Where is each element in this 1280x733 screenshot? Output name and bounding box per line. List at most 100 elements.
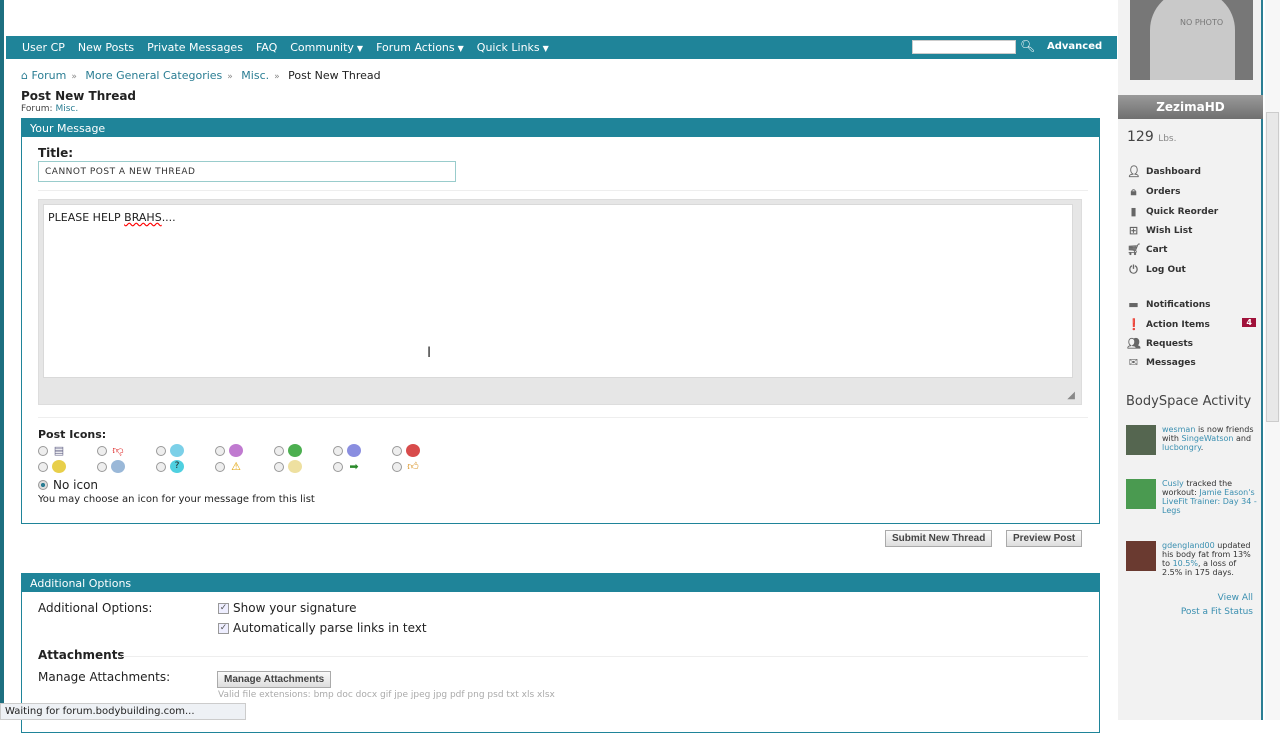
nav-forum-actions[interactable]: Forum Actions ▼: [376, 41, 464, 54]
sidebar-item-label: Action Items: [1146, 320, 1210, 330]
sidebar-item-messages[interactable]: ✉ Messages: [1127, 357, 1257, 369]
sidebar-item-dashboard[interactable]: 👤︎ Dashboard: [1127, 166, 1257, 178]
nav-quick-links[interactable]: Quick Links ▼: [477, 41, 549, 54]
no-icon-option[interactable]: No icon: [38, 478, 98, 492]
checkbox-label: Show your signature: [233, 601, 357, 615]
radio[interactable]: [392, 461, 402, 472]
nav-label: Quick Links: [476, 41, 540, 54]
body-text: PLEASE HELP: [48, 211, 125, 224]
icon-option[interactable]: ➡: [333, 460, 392, 473]
avatar[interactable]: NO PHOTO: [1130, 0, 1253, 80]
additional-options-label: Additional Options:: [38, 601, 153, 615]
sidebar-item-label: Log Out: [1146, 265, 1186, 275]
user-thumbnail[interactable]: [1126, 425, 1156, 455]
nav-new-posts[interactable]: New Posts: [78, 41, 134, 54]
post-fit-status-link[interactable]: Post a Fit Status: [1181, 607, 1253, 617]
checkbox-checked[interactable]: ✓: [218, 602, 229, 614]
radio-selected[interactable]: [38, 480, 48, 490]
sidebar-item-requests[interactable]: 👥︎ Requests: [1127, 338, 1257, 350]
message-textarea[interactable]: PLEASE HELP BRAHS....: [43, 204, 1073, 378]
radio[interactable]: [333, 445, 343, 456]
forum-info: Forum: Misc.: [21, 104, 78, 114]
sidebar-item-action-items[interactable]: ❗ Action Items: [1127, 319, 1257, 331]
radio[interactable]: [274, 461, 284, 472]
radio[interactable]: [392, 445, 402, 456]
icon-option[interactable]: [333, 444, 392, 457]
user-link[interactable]: wesman: [1162, 425, 1195, 434]
bottle-icon: ▮: [1130, 205, 1137, 218]
username[interactable]: ZezimaHD: [1118, 95, 1263, 119]
parse-links-option[interactable]: ✓ Automatically parse links in text: [218, 621, 427, 635]
resize-handle[interactable]: ◢: [1067, 390, 1075, 401]
icon-option[interactable]: ▤: [38, 444, 97, 457]
title-label: Title:: [38, 146, 74, 160]
icon-option[interactable]: [97, 460, 156, 473]
icon-option[interactable]: [274, 460, 333, 473]
bodyfat-link[interactable]: 10.5%: [1173, 559, 1198, 568]
weight-value: 129: [1127, 129, 1154, 145]
scrollbar-thumb[interactable]: [1266, 112, 1279, 422]
view-all-link[interactable]: View All: [1218, 593, 1253, 603]
speech-bubble-icon: ▬: [1128, 298, 1139, 311]
sidebar-item-cart[interactable]: 🛒︎ Cart: [1127, 244, 1257, 256]
main-content: User CP New Posts Private Messages FAQ C…: [4, 0, 1118, 733]
sidebar-item-quick-reorder[interactable]: ▮ Quick Reorder: [1127, 206, 1257, 218]
radio[interactable]: [38, 445, 48, 456]
radio[interactable]: [156, 445, 166, 456]
preview-post-button[interactable]: Preview Post: [1006, 530, 1083, 547]
icon-option[interactable]: [156, 444, 215, 457]
submit-new-thread-button[interactable]: Submit New Thread: [885, 530, 993, 547]
nav-community[interactable]: Community ▼: [290, 41, 363, 54]
radio[interactable]: [215, 445, 225, 456]
checkbox-checked[interactable]: ✓: [218, 622, 229, 634]
breadcrumb-misc[interactable]: Misc.: [241, 69, 269, 82]
icon-option[interactable]: [215, 444, 274, 457]
icon-option[interactable]: [38, 460, 97, 473]
nav-private-messages[interactable]: Private Messages: [147, 41, 243, 54]
nav-faq[interactable]: FAQ: [256, 41, 277, 54]
activity-item: gdengland00 updated his body fat from 13…: [1126, 541, 1258, 577]
forum-link[interactable]: Misc.: [55, 104, 78, 114]
radio[interactable]: [97, 445, 107, 456]
user-link[interactable]: Cusly: [1162, 479, 1184, 488]
user-link[interactable]: lucbongry: [1162, 443, 1201, 452]
radio[interactable]: [38, 461, 48, 472]
icon-option[interactable]: ?: [156, 460, 215, 473]
forum-label: Forum:: [21, 104, 53, 114]
title-input[interactable]: [38, 161, 456, 182]
sidebar-item-log-out[interactable]: ⏻ Log Out: [1127, 264, 1257, 276]
search-icon[interactable]: 🔍︎: [1020, 39, 1035, 53]
thumbs-up-icon: 👍︎: [407, 460, 419, 473]
breadcrumb-forum[interactable]: Forum: [31, 69, 66, 82]
advanced-search-link[interactable]: Advanced: [1047, 41, 1102, 52]
user-thumbnail[interactable]: [1126, 541, 1156, 571]
home-icon[interactable]: ⌂: [21, 69, 28, 82]
nav-user-cp[interactable]: User CP: [22, 41, 65, 54]
browser-status-bar: Waiting for forum.bodybuilding.com...: [0, 703, 246, 720]
icon-option[interactable]: ⚠: [215, 460, 274, 473]
radio[interactable]: [274, 445, 284, 456]
purple-smiley-icon: [229, 444, 243, 457]
radio[interactable]: [156, 461, 166, 472]
radio[interactable]: [97, 461, 107, 472]
user-sidebar: NO PHOTO ZezimaHD 129 Lbs. 👤︎ Dashboard 🔒…: [1118, 0, 1263, 720]
show-signature-option[interactable]: ✓ Show your signature: [218, 601, 357, 615]
icon-option[interactable]: [392, 444, 451, 457]
radio[interactable]: [215, 461, 225, 472]
breadcrumb: ⌂ Forum » More General Categories » Misc. »…: [21, 69, 381, 82]
icon-option[interactable]: 👎︎: [97, 444, 156, 457]
icon-option[interactable]: 👍︎: [392, 460, 451, 473]
thumbs-down-icon: 👎︎: [112, 444, 124, 457]
radio[interactable]: [333, 461, 343, 472]
search-input[interactable]: [912, 40, 1016, 54]
icon-option[interactable]: [274, 444, 333, 457]
user-link[interactable]: SingeWatson: [1182, 434, 1234, 443]
sidebar-item-orders[interactable]: 🔒︎ Orders: [1127, 186, 1257, 198]
sidebar-item-notifications[interactable]: ▬ Notifications: [1127, 299, 1257, 311]
navbar: User CP New Posts Private Messages FAQ C…: [6, 36, 1117, 59]
breadcrumb-categories[interactable]: More General Categories: [85, 69, 222, 82]
sidebar-item-wish-list[interactable]: ⊞ Wish List: [1127, 225, 1257, 237]
user-thumbnail[interactable]: [1126, 479, 1156, 509]
manage-attachments-button[interactable]: Manage Attachments: [217, 671, 332, 688]
user-link[interactable]: gdengland00: [1162, 541, 1215, 550]
